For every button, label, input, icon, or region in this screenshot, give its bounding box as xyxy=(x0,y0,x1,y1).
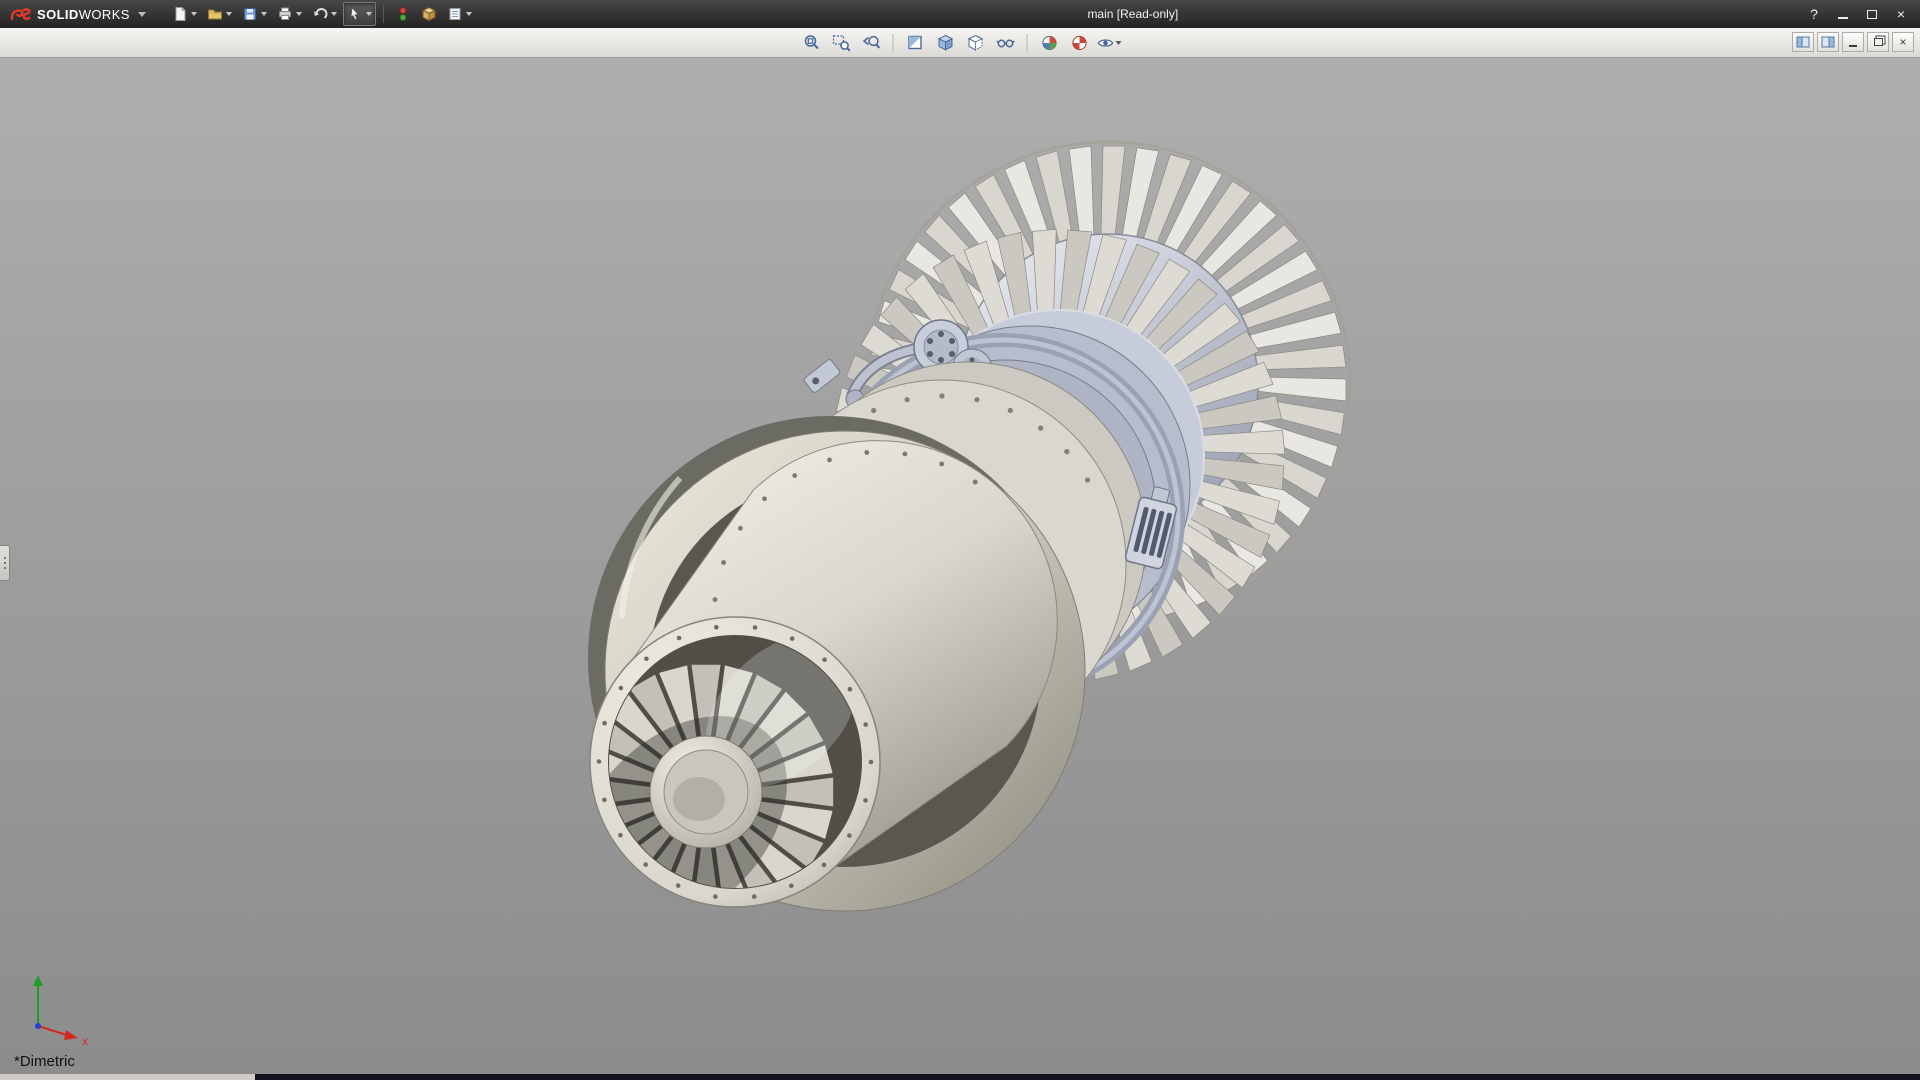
zoom-to-fit-icon xyxy=(801,33,821,53)
lifting-lug xyxy=(803,358,841,393)
selection-filter-button[interactable] xyxy=(391,2,415,26)
apply-scene-button[interactable] xyxy=(1067,31,1092,55)
dropdown-caret-icon[interactable] xyxy=(366,12,372,16)
options-button[interactable] xyxy=(443,2,476,26)
minimize-button[interactable] xyxy=(1830,3,1856,25)
component-button[interactable] xyxy=(417,2,441,26)
maximize-icon xyxy=(1867,10,1877,19)
restore-icon xyxy=(1874,38,1883,46)
graphics-viewport[interactable]: x *Dimetric xyxy=(0,58,1920,1080)
dropdown-caret-icon[interactable] xyxy=(261,12,267,16)
section-view-icon xyxy=(905,33,925,53)
hide-show-glasses-icon xyxy=(995,33,1015,53)
standard-toolbar xyxy=(168,2,476,26)
open-folder-icon xyxy=(207,6,223,22)
section-view-button[interactable] xyxy=(903,31,928,55)
document-window-controls: × xyxy=(1792,32,1914,52)
close-button[interactable]: × xyxy=(1888,3,1914,25)
new-document-button[interactable] xyxy=(168,2,201,26)
previous-view-button[interactable] xyxy=(859,31,884,55)
undo-button[interactable] xyxy=(308,2,341,26)
featuremanager-splitter-handle[interactable] xyxy=(0,545,10,581)
dropdown-caret-icon[interactable] xyxy=(466,12,472,16)
doc-minimize-button[interactable] xyxy=(1842,32,1864,52)
previous-window-icon xyxy=(1796,36,1810,48)
heads-up-view-toolbar xyxy=(799,31,1122,55)
appearance-sphere-icon xyxy=(1039,33,1059,53)
doc-restore-button[interactable] xyxy=(1867,32,1889,52)
toolbar-separator xyxy=(383,5,384,23)
view-orientation-label: *Dimetric xyxy=(14,1053,75,1070)
options-sheet-icon xyxy=(447,6,463,22)
zoom-to-area-button[interactable] xyxy=(829,31,854,55)
engine-model[interactable] xyxy=(0,58,1920,1080)
3ds-logo-icon xyxy=(10,5,32,23)
red-green-filter-icon xyxy=(395,6,411,22)
next-window-icon xyxy=(1821,36,1835,48)
view-settings-eye-icon xyxy=(1097,33,1115,53)
undo-icon xyxy=(312,6,328,22)
view-orientation-cube-icon xyxy=(935,33,955,53)
dropdown-caret-icon[interactable] xyxy=(226,12,232,16)
taskbar-strip[interactable] xyxy=(0,1074,1920,1080)
view-orientation-button[interactable] xyxy=(933,31,958,55)
edit-appearance-button[interactable] xyxy=(1037,31,1062,55)
taskbar-dark-segment xyxy=(255,1074,1920,1080)
save-floppy-icon xyxy=(242,6,258,22)
minimize-icon xyxy=(1838,17,1848,19)
save-button[interactable] xyxy=(238,2,271,26)
solidworks-window: SOLIDWORKS xyxy=(0,0,1920,1080)
component-box-icon xyxy=(421,6,437,22)
zoom-to-area-icon xyxy=(831,33,851,53)
titlebar-controls: ? × xyxy=(1801,3,1914,25)
next-window-button[interactable] xyxy=(1817,32,1839,52)
display-style-button[interactable] xyxy=(963,31,988,55)
print-icon xyxy=(277,6,293,22)
heads-up-toolbar-row: × xyxy=(0,28,1920,58)
new-document-icon xyxy=(172,6,188,22)
window-title: main [Read-only] xyxy=(1087,7,1178,21)
dropdown-caret-icon[interactable] xyxy=(331,12,337,16)
brand-menu-caret-icon[interactable] xyxy=(138,12,146,17)
print-button[interactable] xyxy=(273,2,306,26)
maximize-button[interactable] xyxy=(1859,3,1885,25)
toolbar-separator xyxy=(893,34,894,52)
z-axis-indicator xyxy=(35,1023,41,1029)
dropdown-caret-icon[interactable] xyxy=(1116,41,1122,45)
display-style-icon xyxy=(965,33,985,53)
view-settings-button[interactable] xyxy=(1097,31,1122,55)
open-button[interactable] xyxy=(203,2,236,26)
dropdown-caret-icon[interactable] xyxy=(296,12,302,16)
hide-show-items-button[interactable] xyxy=(993,31,1018,55)
zoom-to-fit-button[interactable] xyxy=(799,31,824,55)
doc-close-button[interactable]: × xyxy=(1892,32,1914,52)
help-button[interactable]: ? xyxy=(1801,3,1827,25)
previous-view-icon xyxy=(861,33,881,53)
brand-text: SOLIDWORKS xyxy=(37,7,130,22)
solidworks-logo[interactable]: SOLIDWORKS xyxy=(6,5,146,23)
toolbar-separator xyxy=(1027,34,1028,52)
select-cursor-icon xyxy=(347,6,363,22)
scene-sphere-icon xyxy=(1069,33,1089,53)
select-tool-button[interactable] xyxy=(343,2,376,26)
taskbar-left-segment xyxy=(0,1074,255,1080)
x-axis-label: x xyxy=(82,1034,88,1048)
minimize-icon xyxy=(1849,45,1857,47)
dropdown-caret-icon[interactable] xyxy=(191,12,197,16)
orientation-triad[interactable]: x xyxy=(16,966,100,1050)
titlebar: SOLIDWORKS xyxy=(0,0,1920,28)
previous-window-button[interactable] xyxy=(1792,32,1814,52)
